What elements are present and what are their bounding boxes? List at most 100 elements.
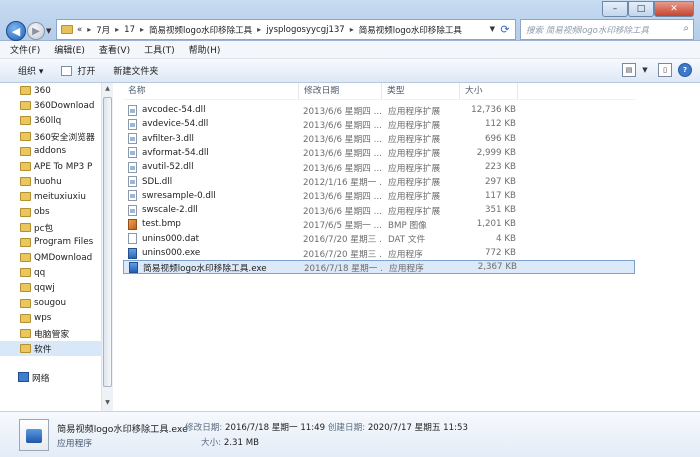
nav-folder-item[interactable]: obs bbox=[0, 205, 112, 220]
refresh-icon[interactable]: ⟳ bbox=[498, 22, 512, 36]
menu-item[interactable]: 查看(V) bbox=[99, 43, 130, 56]
menu-item[interactable]: 文件(F) bbox=[10, 43, 40, 56]
file-name-cell: swresample-0.dll bbox=[123, 190, 299, 202]
file-row[interactable]: avformat-54.dll 2013/6/6 星期四 ... 应用程序扩展 2,9… bbox=[123, 146, 635, 160]
nav-folder-label: 360llq bbox=[34, 115, 62, 126]
nav-folder-item[interactable]: 360Download bbox=[0, 98, 112, 113]
file-name: test.bmp bbox=[142, 219, 181, 230]
menu-item[interactable]: 帮助(H) bbox=[189, 43, 221, 56]
search-icon[interactable]: ⌕ bbox=[683, 23, 689, 34]
navigation-pane: 360 360Download 360llq 360安全浏览器 addons APE To… bbox=[0, 83, 113, 411]
nav-folder-item[interactable]: 360安全浏览器 bbox=[0, 129, 112, 144]
nav-folder-item[interactable]: APE To MP3 P bbox=[0, 159, 112, 174]
dll-file-icon bbox=[128, 190, 137, 202]
breadcrumb-separator-icon[interactable]: ▸ bbox=[350, 25, 354, 34]
nav-folder-item[interactable]: 360 bbox=[0, 83, 112, 98]
breadcrumb-separator-icon[interactable]: ▸ bbox=[257, 25, 261, 34]
nav-folder-item[interactable]: 电脑管家 bbox=[0, 326, 112, 341]
view-dropdown-icon[interactable]: ▼ bbox=[638, 63, 652, 77]
scrollbar-thumb[interactable] bbox=[103, 97, 112, 387]
nav-network[interactable]: 网络 bbox=[0, 370, 112, 385]
dll-file-icon bbox=[128, 161, 137, 173]
column-name[interactable]: 名称 bbox=[123, 83, 299, 99]
dll-file-icon bbox=[128, 147, 137, 159]
file-type: 应用程序扩展 bbox=[388, 178, 441, 189]
column-date[interactable]: 修改日期 bbox=[299, 83, 382, 99]
breadcrumb-separator-icon[interactable]: ▸ bbox=[87, 25, 91, 34]
nav-folder-item[interactable]: QMDownload bbox=[0, 250, 112, 265]
address-bar[interactable]: « ▸ 7月 ▸ 17 ▸ 简易视频logo水印移除工具 ▸ jysplogosyycgj137… bbox=[56, 19, 516, 40]
file-date: 2017/6/5 星期一 ... bbox=[303, 220, 382, 231]
menu-item[interactable]: 编辑(E) bbox=[54, 43, 85, 56]
help-icon[interactable]: ? bbox=[678, 63, 692, 77]
column-type[interactable]: 类型 bbox=[382, 83, 460, 99]
recent-pages-dropdown[interactable]: ▼ bbox=[46, 27, 51, 35]
file-row[interactable]: avfilter-3.dll 2013/6/6 星期四 ... 应用程序扩展 696 … bbox=[123, 132, 635, 146]
breadcrumb-item[interactable]: « bbox=[77, 25, 82, 35]
maximize-button[interactable]: □ bbox=[628, 1, 654, 17]
scroll-up-icon[interactable]: ▲ bbox=[103, 85, 112, 95]
scroll-down-icon[interactable]: ▼ bbox=[103, 399, 112, 409]
file-row[interactable]: unins000.dat 2016/7/20 星期三 ... DAT 文件 4 KB bbox=[123, 232, 635, 246]
file-date: 2013/6/6 星期四 ... bbox=[303, 120, 382, 131]
view-options-icon[interactable]: ▤ bbox=[622, 63, 636, 77]
navigation-scrollbar[interactable]: ▲ ▼ bbox=[101, 83, 113, 411]
nav-folder-label: addons bbox=[34, 146, 67, 157]
breadcrumb-separator-icon[interactable]: ▸ bbox=[115, 25, 119, 34]
nav-folder-item[interactable]: meituxiuxiu bbox=[0, 189, 112, 204]
file-row[interactable]: 简易视频logo水印移除工具.exe 2016/7/18 星期一 ... 应用程序 2… bbox=[123, 260, 635, 275]
nav-folder-item[interactable]: 360llq bbox=[0, 113, 112, 128]
nav-folder-item[interactable]: huohu bbox=[0, 174, 112, 189]
nav-folder-item[interactable]: wps bbox=[0, 311, 112, 326]
breadcrumb-item[interactable]: jysplogosyycgj137 bbox=[266, 25, 345, 35]
nav-folder-item[interactable]: sougou bbox=[0, 296, 112, 311]
breadcrumb-item[interactable]: 7月 bbox=[96, 24, 110, 36]
forward-button[interactable]: ▶ bbox=[27, 22, 45, 40]
folder-icon bbox=[20, 283, 31, 293]
file-name-cell: avformat-54.dll bbox=[123, 147, 299, 159]
size-label: 大小: bbox=[201, 438, 222, 448]
column-size[interactable]: 大小 bbox=[460, 83, 518, 99]
modified-value: 2016/7/18 星期一 11:49 bbox=[225, 423, 326, 433]
open-label: 打开 bbox=[77, 67, 96, 77]
file-row[interactable]: avcodec-54.dll 2013/6/6 星期四 ... 应用程序扩展 12,7… bbox=[123, 103, 635, 117]
search-input[interactable]: 搜索 简易视频logo水印移除工具 ⌕ bbox=[520, 19, 694, 40]
breadcrumb-item[interactable]: 简易视频logo水印移除工具 bbox=[149, 24, 252, 36]
file-row[interactable]: swscale-2.dll 2013/6/6 星期四 ... 应用程序扩展 351 K… bbox=[123, 203, 635, 217]
created-value: 2020/7/17 星期五 11:53 bbox=[367, 423, 468, 433]
dat-file-icon bbox=[128, 233, 137, 245]
file-row[interactable]: avutil-52.dll 2013/6/6 星期四 ... 应用程序扩展 223 K… bbox=[123, 160, 635, 174]
file-row[interactable]: avdevice-54.dll 2013/6/6 星期四 ... 应用程序扩展 112… bbox=[123, 117, 635, 131]
open-button[interactable]: 打开 bbox=[61, 64, 95, 77]
nav-folder-label: huohu bbox=[34, 176, 62, 187]
file-row[interactable]: SDL.dll 2012/1/16 星期一 ... 应用程序扩展 297 KB bbox=[123, 175, 635, 189]
breadcrumb-separator-icon[interactable]: ▸ bbox=[140, 25, 144, 34]
preview-pane-icon[interactable]: ▯ bbox=[658, 63, 672, 77]
back-button[interactable]: ◀ bbox=[6, 21, 26, 41]
breadcrumb-item[interactable]: 简易视频logo水印移除工具 bbox=[359, 24, 462, 36]
file-row[interactable]: swresample-0.dll 2013/6/6 星期四 ... 应用程序扩展 11… bbox=[123, 189, 635, 203]
close-button[interactable]: ✕ bbox=[654, 1, 694, 17]
nav-folder-item[interactable]: pc包 bbox=[0, 220, 112, 235]
nav-folder-item[interactable]: qq bbox=[0, 265, 112, 280]
file-name: unins000.exe bbox=[142, 248, 201, 259]
nav-folder-item[interactable]: addons bbox=[0, 144, 112, 159]
nav-folder-item[interactable]: qqwj bbox=[0, 280, 112, 295]
file-row[interactable]: unins000.exe 2016/7/20 星期三 ... 应用程序 772 KB bbox=[123, 246, 635, 260]
menu-item[interactable]: 工具(T) bbox=[144, 43, 175, 56]
minimize-button[interactable]: – bbox=[602, 1, 628, 17]
organize-button[interactable]: 组织 ▾ bbox=[18, 64, 43, 77]
nav-folder-item[interactable]: 软件 bbox=[0, 341, 112, 357]
window-controls: – □ ✕ bbox=[602, 1, 694, 17]
size-value: 2.31 MB bbox=[223, 438, 260, 448]
folder-icon bbox=[20, 86, 31, 95]
nav-folder-item[interactable]: Program Files bbox=[0, 235, 112, 250]
file-date: 2016/7/18 星期一 ... bbox=[304, 263, 383, 274]
breadcrumb-item[interactable]: 17 bbox=[124, 25, 135, 35]
file-name: avcodec-54.dll bbox=[142, 105, 206, 116]
address-dropdown-icon[interactable]: ▼ bbox=[490, 25, 495, 33]
nav-folder-label: pc包 bbox=[34, 223, 54, 234]
new-folder-button[interactable]: 新建文件夹 bbox=[113, 64, 158, 77]
file-row[interactable]: test.bmp 2017/6/5 星期一 ... BMP 图像 1,201 KB bbox=[123, 217, 635, 231]
folder-icon bbox=[20, 192, 31, 202]
